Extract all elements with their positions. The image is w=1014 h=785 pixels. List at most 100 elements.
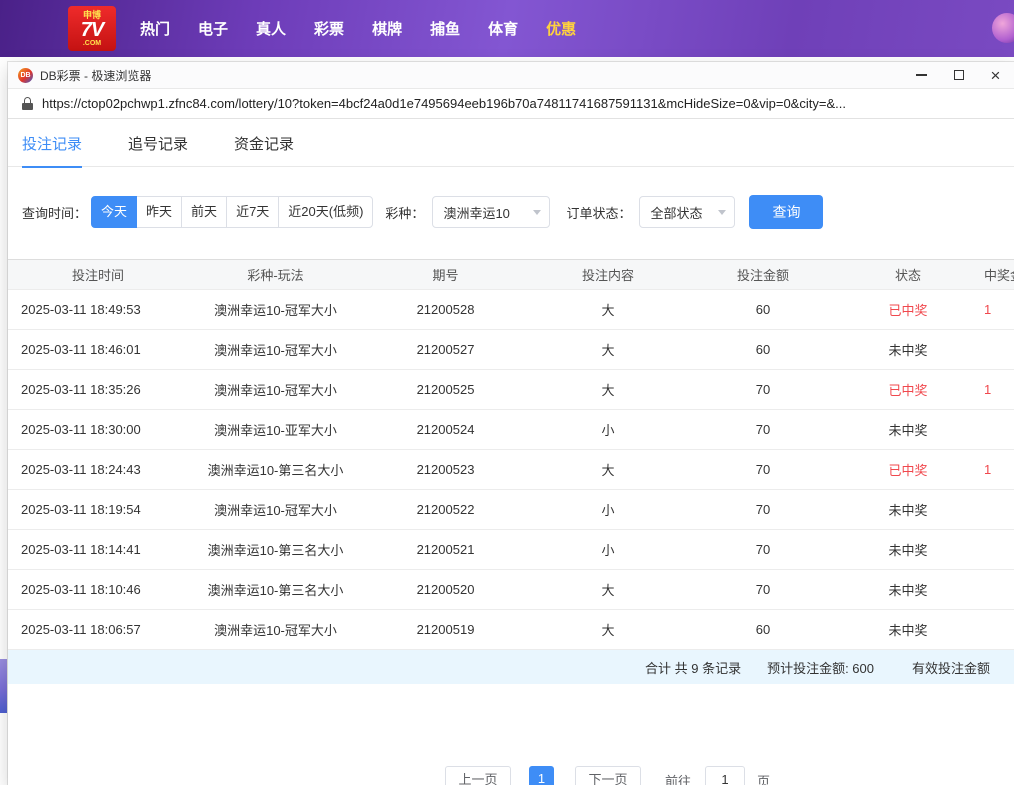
bet-amount: 70 — [688, 450, 838, 490]
summary-expected-amount: 预计投注金额: 600 — [767, 658, 874, 677]
tab-fund-records[interactable]: 资金记录 — [234, 133, 294, 166]
goto-page-input[interactable] — [705, 766, 745, 785]
nav-item-promos[interactable]: 优惠 — [546, 18, 576, 39]
minimize-button[interactable] — [903, 62, 940, 88]
issue-number: 21200521 — [363, 530, 528, 570]
bet-content: 小 — [528, 410, 688, 450]
bet-time: 2025-03-11 18:46:01 — [8, 330, 188, 370]
bet-content: 大 — [528, 570, 688, 610]
lottery-filter-label: 彩种： — [385, 203, 424, 222]
logo-text-sub: .COM — [83, 40, 101, 47]
nav-item-lottery[interactable]: 彩票 — [314, 18, 344, 39]
bet-amount: 70 — [688, 410, 838, 450]
logo-text-main: 7V — [81, 20, 103, 40]
nav-item-sports[interactable]: 体育 — [488, 18, 518, 39]
bet-content: 大 — [528, 610, 688, 650]
bet-status: 已中奖 — [838, 290, 978, 330]
avatar[interactable] — [992, 13, 1014, 43]
filter-bar: 查询时间： 今天昨天前天近7天近20天(低频) 彩种： 澳洲幸运10 订单状态：… — [8, 195, 1014, 229]
time-option-day-before[interactable]: 前天 — [181, 196, 227, 228]
bet-status: 未中奖 — [838, 330, 978, 370]
time-option-yesterday[interactable]: 昨天 — [136, 196, 182, 228]
column-header: 彩种-玩法 — [188, 260, 363, 290]
issue-number: 21200520 — [363, 570, 528, 610]
win-amount: 1 — [978, 290, 1014, 330]
status-select-value: 全部状态 — [650, 203, 702, 222]
bet-amount: 70 — [688, 530, 838, 570]
close-button[interactable]: × — [977, 62, 1014, 88]
bet-time: 2025-03-11 18:06:57 — [8, 610, 188, 650]
bet-content: 小 — [528, 530, 688, 570]
issue-number: 21200527 — [363, 330, 528, 370]
next-page-button[interactable]: 下一页 — [575, 766, 641, 785]
lottery-play: 澳洲幸运10-第三名大小 — [188, 570, 363, 610]
site-logo[interactable]: 申博 7V .COM — [68, 6, 116, 51]
table-row: 2025-03-11 18:30:00澳洲幸运10-亚军大小21200524小7… — [8, 410, 1014, 450]
lottery-play: 澳洲幸运10-冠军大小 — [188, 490, 363, 530]
issue-number: 21200523 — [363, 450, 528, 490]
tab-chase-records[interactable]: 追号记录 — [128, 133, 188, 166]
lottery-play: 澳洲幸运10-第三名大小 — [188, 450, 363, 490]
bet-status: 未中奖 — [838, 610, 978, 650]
win-amount — [978, 610, 1014, 650]
time-filter-label: 查询时间： — [22, 203, 87, 222]
bet-time: 2025-03-11 18:24:43 — [8, 450, 188, 490]
bet-amount: 70 — [688, 370, 838, 410]
issue-number: 21200525 — [363, 370, 528, 410]
nav-item-hot[interactable]: 热门 — [140, 18, 170, 39]
status-filter-label: 订单状态： — [566, 203, 631, 222]
win-amount — [978, 330, 1014, 370]
table-row: 2025-03-11 18:10:46澳洲幸运10-第三名大小21200520大… — [8, 570, 1014, 610]
pagination: 上一页 1 下一页 前往 页 — [8, 766, 1014, 785]
bet-time: 2025-03-11 18:30:00 — [8, 410, 188, 450]
lottery-play: 澳洲幸运10-亚军大小 — [188, 410, 363, 450]
time-option-today[interactable]: 今天 — [91, 196, 137, 228]
column-header: 投注时间 — [8, 260, 188, 290]
table-body: 2025-03-11 18:49:53澳洲幸运10-冠军大小21200528大6… — [8, 290, 1014, 650]
bet-status: 已中奖 — [838, 450, 978, 490]
lock-icon — [22, 97, 33, 110]
time-filter-group: 今天昨天前天近7天近20天(低频) — [91, 196, 373, 228]
win-amount: 1 — [978, 450, 1014, 490]
nav-item-fishing[interactable]: 捕鱼 — [430, 18, 460, 39]
table-row: 2025-03-11 18:35:26澳洲幸运10-冠军大小21200525大7… — [8, 370, 1014, 410]
win-amount — [978, 530, 1014, 570]
table-row: 2025-03-11 18:46:01澳洲幸运10-冠军大小21200527大6… — [8, 330, 1014, 370]
maximize-button[interactable] — [940, 62, 977, 88]
bet-time: 2025-03-11 18:10:46 — [8, 570, 188, 610]
column-header: 中奖金额 — [978, 260, 1014, 290]
lottery-select-value: 澳洲幸运10 — [443, 203, 509, 222]
issue-number: 21200522 — [363, 490, 528, 530]
prev-page-button[interactable]: 上一页 — [445, 766, 511, 785]
win-amount — [978, 410, 1014, 450]
time-option-last-7-days[interactable]: 近7天 — [226, 196, 279, 228]
bet-records-table: 投注时间彩种-玩法期号投注内容投注金额状态中奖金额 2025-03-11 18:… — [8, 259, 1014, 650]
bet-time: 2025-03-11 18:14:41 — [8, 530, 188, 570]
window-controls: × — [903, 62, 1014, 88]
bet-amount: 70 — [688, 570, 838, 610]
nav-item-board-games[interactable]: 棋牌 — [372, 18, 402, 39]
win-amount — [978, 490, 1014, 530]
nav-item-slots[interactable]: 电子 — [198, 18, 228, 39]
time-option-last-20-days[interactable]: 近20天(低频) — [278, 196, 373, 228]
lottery-play: 澳洲幸运10-冠军大小 — [188, 610, 363, 650]
url-bar[interactable]: https://ctop02pchwp1.zfnc84.com/lottery/… — [8, 89, 1014, 119]
bet-status: 未中奖 — [838, 490, 978, 530]
bet-status: 未中奖 — [838, 530, 978, 570]
issue-number: 21200524 — [363, 410, 528, 450]
bet-amount: 60 — [688, 290, 838, 330]
chevron-down-icon — [533, 210, 541, 215]
window-title: DB彩票 - 极速浏览器 — [40, 67, 151, 84]
page-1-button[interactable]: 1 — [529, 766, 554, 785]
lottery-play: 澳洲幸运10-冠军大小 — [188, 370, 363, 410]
query-button[interactable]: 查询 — [749, 195, 823, 229]
lottery-select[interactable]: 澳洲幸运10 — [432, 196, 550, 228]
tab-bet-records[interactable]: 投注记录 — [22, 133, 82, 168]
nav-item-live[interactable]: 真人 — [256, 18, 286, 39]
goto-unit: 页 — [757, 771, 770, 785]
status-select[interactable]: 全部状态 — [639, 196, 735, 228]
bet-time: 2025-03-11 18:49:53 — [8, 290, 188, 330]
column-header: 投注内容 — [528, 260, 688, 290]
table-header-row: 投注时间彩种-玩法期号投注内容投注金额状态中奖金额 — [8, 260, 1014, 290]
bet-status: 已中奖 — [838, 370, 978, 410]
